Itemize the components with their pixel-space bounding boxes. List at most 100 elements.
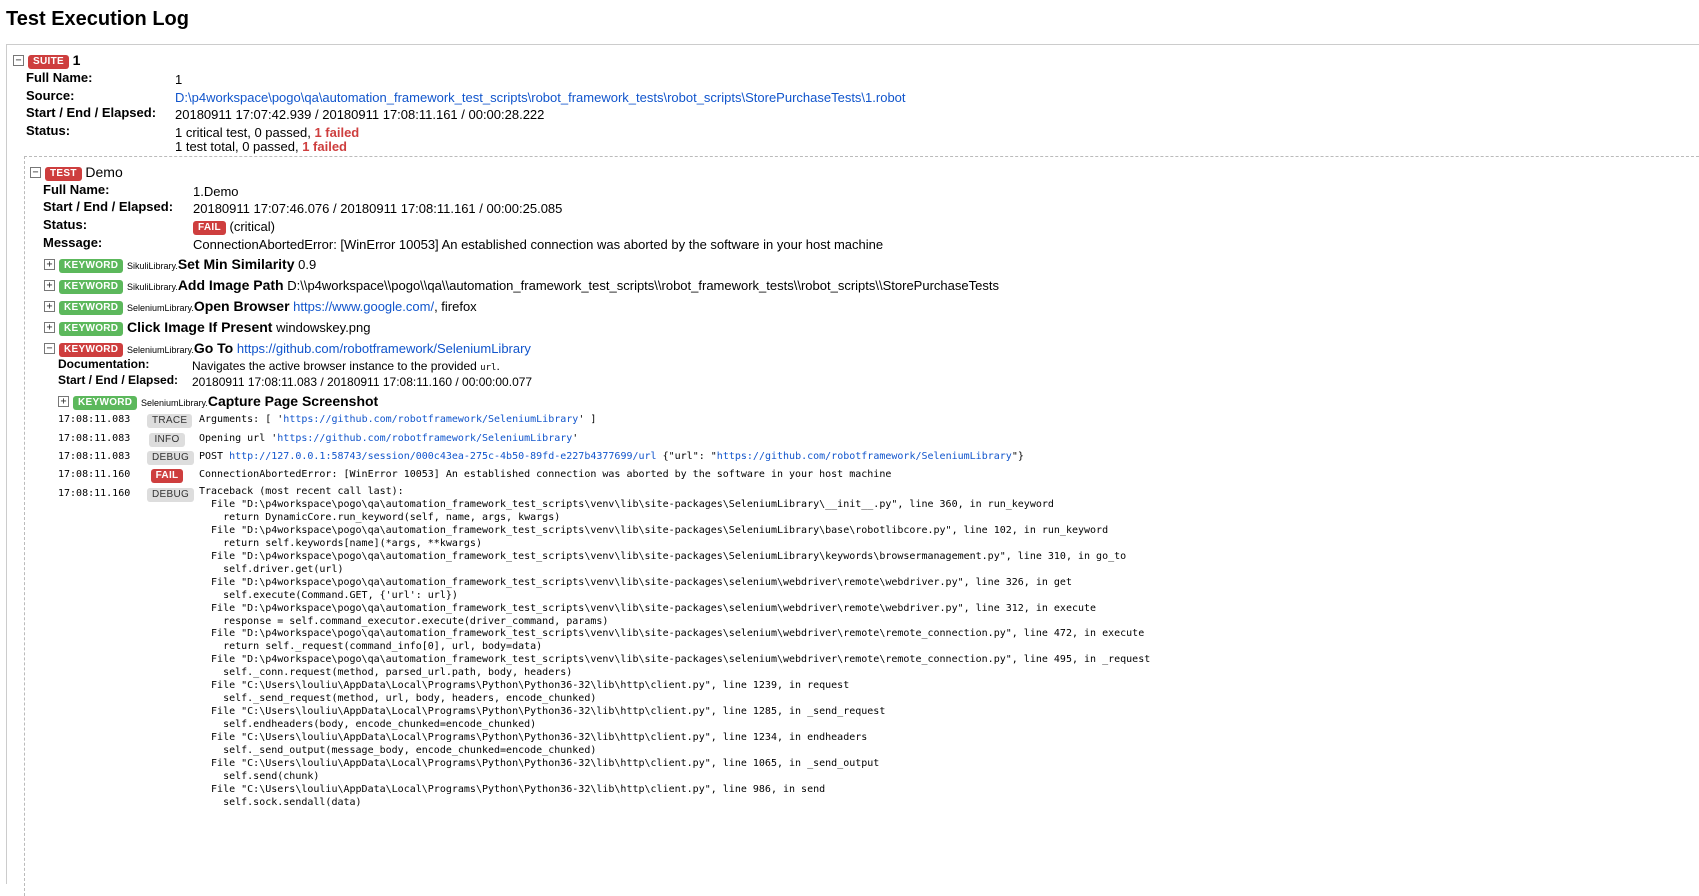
keyword-args-link[interactable]: https://github.com/robotframework/Seleni…: [237, 341, 531, 356]
log-level-badge: DEBUG: [147, 451, 195, 465]
log-level-badge: FAIL: [150, 469, 184, 483]
keyword-args: 0.9: [294, 257, 317, 272]
keyword-library: SeleniumLibrary.: [126, 303, 194, 313]
log-timestamp: 17:08:11.160: [58, 469, 131, 480]
test-status: FAIL (critical): [193, 219, 275, 235]
keyword-click-image-if-present[interactable]: KEYWORD Click Image If Present windowske…: [59, 319, 371, 336]
keyword-library: SeleniumLibrary.: [126, 345, 194, 355]
keyword-args-link[interactable]: https://www.google.com/: [293, 299, 434, 314]
log-level: FAIL: [147, 467, 187, 483]
test-name: Demo: [85, 164, 123, 180]
test-times: 20180911 17:07:46.076 / 20180911 17:08:1…: [193, 201, 563, 216]
log-level: INFO: [147, 431, 187, 447]
goto-times: 20180911 17:08:11.083 / 20180911 17:08:1…: [192, 375, 533, 389]
keyword-add-image-path[interactable]: KEYWORD SikuliLibrary.Add Image Path D:\…: [59, 277, 999, 294]
traceback-line: self.send(chunk): [199, 770, 320, 782]
log-timestamp: 17:08:11.083: [58, 414, 131, 425]
log-message-link[interactable]: http://127.0.0.1:58743/session/000c43ea-…: [229, 451, 656, 462]
keyword-expand-toggle[interactable]: +: [58, 396, 69, 407]
keyword-label: KEYWORD: [73, 396, 138, 410]
keyword-expand-toggle[interactable]: +: [44, 259, 55, 270]
traceback-line: response = self.command_executor.execute…: [199, 615, 609, 627]
log-level: DEBUG: [147, 486, 195, 502]
log-message: Opening url 'https://github.com/robotfra…: [199, 433, 578, 444]
goto-times-key: Start / End / Elapsed:: [58, 373, 179, 387]
traceback-line: self._send_request(method, url, body, he…: [199, 693, 597, 705]
goto-doc: Navigates the active browser instance to…: [192, 359, 500, 373]
log-level-badge: DEBUG: [147, 488, 195, 502]
traceback-line: File "C:\Users\louliu\AppData\Local\Prog…: [199, 706, 886, 718]
log-message-text: ' ]: [578, 414, 597, 425]
keyword-name: Go To: [193, 340, 234, 356]
traceback-line: File "C:\Users\louliu\AppData\Local\Prog…: [199, 732, 868, 744]
keyword-expand-toggle[interactable]: +: [44, 280, 55, 291]
suite-header[interactable]: SUITE 1: [28, 52, 80, 69]
keyword-name: Open Browser: [193, 298, 290, 314]
log-message-link[interactable]: https://github.com/robotframework/Seleni…: [283, 414, 578, 425]
keyword-label: KEYWORD: [59, 343, 124, 357]
suite-status-line-2: 1 test total, 0 passed, 1 failed: [175, 139, 347, 154]
suite-status-line-1-text: 1 critical test, 0 passed,: [175, 125, 315, 140]
traceback-message: Traceback (most recent call last): File …: [199, 486, 1150, 810]
traceback-line: return self.keywords[name](*args, **kwar…: [199, 537, 482, 549]
keyword-name: Click Image If Present: [126, 319, 273, 335]
keyword-label: KEYWORD: [59, 301, 124, 315]
keyword-expand-toggle[interactable]: +: [44, 301, 55, 312]
suite-collapse-toggle[interactable]: −: [13, 55, 24, 66]
suite-times-key: Start / End / Elapsed:: [26, 105, 157, 120]
log-message: ConnectionAbortedError: [WinError 10053]…: [199, 469, 892, 480]
test-header[interactable]: TEST Demo: [45, 164, 123, 181]
traceback-line: File "C:\Users\louliu\AppData\Local\Prog…: [199, 680, 850, 692]
log-level: TRACE: [147, 412, 193, 428]
test-full-name: 1.Demo: [193, 184, 239, 199]
traceback-line: self.driver.get(url): [199, 563, 344, 575]
goto-doc-code: url: [480, 363, 497, 373]
suite-status-key: Status:: [26, 123, 71, 138]
traceback-line: self._send_output(message_body, encode_c…: [199, 745, 597, 757]
log-timestamp: 17:08:11.083: [58, 451, 131, 462]
goto-doc-suffix: .: [496, 359, 500, 373]
traceback-line: File "D:\p4workspace\pogo\qa\automation_…: [199, 524, 1109, 536]
log-level-badge: TRACE: [147, 414, 193, 428]
test-collapse-toggle[interactable]: −: [30, 167, 41, 178]
test-status-extra: (critical): [229, 219, 276, 234]
goto-doc-key: Documentation:: [58, 357, 150, 371]
log-message-text: Opening url ': [199, 433, 278, 444]
suite-source-link[interactable]: D:\p4workspace\pogo\qa\automation_framew…: [175, 90, 906, 105]
traceback-line: return self._request(command_info[0], ur…: [199, 641, 543, 653]
log-message: POST http://127.0.0.1:58743/session/000c…: [199, 451, 1024, 462]
keyword-collapse-toggle[interactable]: −: [44, 343, 55, 354]
test-message: ConnectionAbortedError: [WinError 10053]…: [193, 237, 884, 252]
suite-times: 20180911 17:07:42.939 / 20180911 17:08:1…: [175, 107, 545, 122]
keyword-set-min-similarity[interactable]: KEYWORD SikuliLibrary.Set Min Similarity…: [59, 256, 316, 273]
keyword-expand-toggle[interactable]: +: [44, 322, 55, 333]
traceback-line: Traceback (most recent call last):: [199, 486, 404, 497]
keyword-open-browser[interactable]: KEYWORD SeleniumLibrary.Open Browser htt…: [59, 298, 477, 315]
traceback-line: self._conn.request(method, parsed_url.pa…: [199, 667, 573, 679]
traceback-line: File "D:\p4workspace\pogo\qa\automation_…: [199, 654, 1151, 666]
goto-doc-text: Navigates the active browser instance to…: [192, 359, 481, 373]
suite-status-line-2-failed: 1 failed: [302, 139, 347, 154]
keyword-go-to[interactable]: KEYWORD SeleniumLibrary.Go To https://gi…: [59, 340, 531, 357]
keyword-args: D:\\p4workspace\\pogo\\qa\\automation_fr…: [283, 278, 999, 293]
suite-status-line-1: 1 critical test, 0 passed, 1 failed: [175, 125, 359, 140]
keyword-args: windowskey.png: [272, 320, 371, 335]
traceback-line: File "D:\p4workspace\pogo\qa\automation_…: [199, 498, 1054, 510]
keyword-args: , firefox: [434, 299, 477, 314]
traceback-line: File "D:\p4workspace\pogo\qa\automation_…: [199, 628, 1145, 640]
keyword-library: SeleniumLibrary.: [140, 398, 208, 408]
traceback-line: self.endheaders(body, encode_chunked=enc…: [199, 719, 537, 731]
log-message-link[interactable]: https://github.com/robotframework/Seleni…: [277, 433, 572, 444]
suite-status-line-1-failed: 1 failed: [314, 125, 360, 140]
log-message-text: Arguments: [ ': [199, 414, 284, 425]
log-message: Arguments: [ 'https://github.com/robotfr…: [199, 414, 596, 425]
log-level-badge: INFO: [149, 433, 185, 447]
log-message-link[interactable]: https://github.com/robotframework/Seleni…: [717, 451, 1012, 462]
suite-full-name: 1: [175, 72, 183, 87]
log-level: DEBUG: [147, 449, 195, 465]
keyword-capture-page-screenshot[interactable]: KEYWORD SeleniumLibrary.Capture Page Scr…: [73, 393, 378, 410]
keyword-name: Capture Page Screenshot: [207, 393, 379, 409]
suite-full-name-key: Full Name:: [26, 70, 93, 85]
traceback-line: File "C:\Users\louliu\AppData\Local\Prog…: [199, 783, 826, 795]
keyword-library: SikuliLibrary.: [126, 261, 178, 271]
